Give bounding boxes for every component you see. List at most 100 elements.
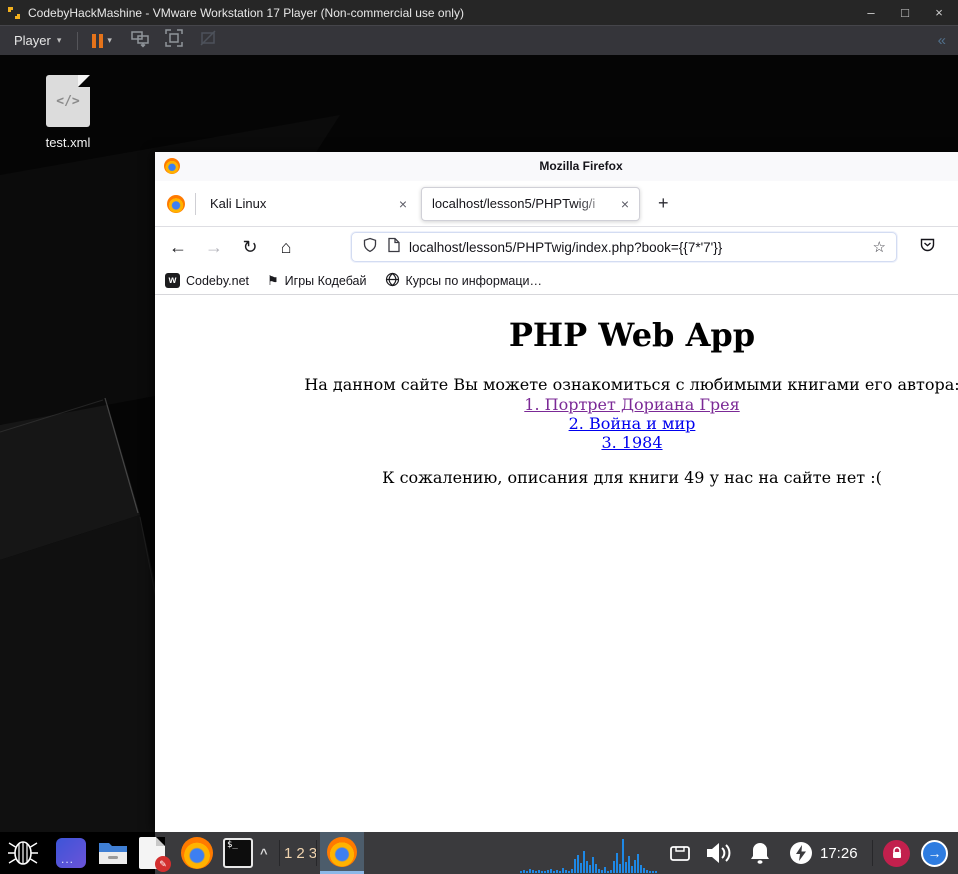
chevron-down-icon: ▾ (56, 35, 62, 45)
kali-desktop: </> test.xml Mozilla Firefox Kali Linux … (0, 55, 958, 832)
launcher-text-editor[interactable]: ✎ (139, 837, 171, 872)
firefox-window-title: Mozilla Firefox (539, 159, 623, 173)
url-bar[interactable]: localhost/lesson5/PHPTwig/index.php?book… (351, 232, 897, 262)
bookmark-label: Codeby.net (186, 273, 250, 288)
back-icon[interactable]: ← (165, 234, 191, 260)
forward-icon: → (205, 236, 223, 257)
workspace-2[interactable]: 2 (296, 845, 304, 862)
close-button[interactable]: × (926, 5, 952, 20)
reload-icon[interactable]: ↻ (237, 234, 263, 260)
logout-button[interactable]: → (921, 837, 948, 869)
panel-divider (316, 840, 317, 866)
launcher-firefox[interactable] (181, 837, 213, 869)
pocket-icon[interactable] (919, 236, 936, 258)
book-link-3[interactable]: 3. 1984 (155, 433, 958, 452)
tab-label: Kali Linux (210, 196, 267, 211)
bookmark-label: Курсы по информаци… (405, 273, 543, 288)
text-editor-icon: ✎ (139, 837, 171, 872)
notification-bell-icon[interactable] (747, 837, 773, 869)
toolbar-divider (77, 31, 79, 50)
page-viewport: PHP Web App На данном сайте Вы можете оз… (155, 295, 958, 831)
screen-lock-button[interactable] (883, 837, 910, 869)
shield-icon[interactable] (362, 237, 378, 258)
tab-kali-linux[interactable]: Kali Linux × (204, 187, 419, 221)
file-name-label: test.xml (45, 135, 91, 150)
pencil-glyph: ✎ (155, 856, 171, 872)
firefox-window: Mozilla Firefox Kali Linux × localhost/l… (155, 152, 958, 832)
url-text[interactable]: localhost/lesson5/PHPTwig/index.php?book… (409, 240, 865, 255)
launcher-terminal[interactable]: $_ (223, 837, 253, 869)
panel-divider (872, 840, 873, 866)
dots-glyph: ... (61, 852, 75, 866)
maximize-button[interactable]: □ (892, 5, 918, 20)
firefox-view-icon (167, 194, 185, 213)
vm-window-title: CodebyHackMashine - VMware Workstation 1… (28, 5, 464, 20)
workspace-1[interactable]: 1 (284, 845, 292, 862)
bookmark-label: Игры Кодебай (284, 273, 367, 288)
suspend-vm-button[interactable]: ▾ (88, 33, 116, 48)
firefox-titlebar[interactable]: Mozilla Firefox (155, 152, 958, 181)
vmware-player-icon (6, 5, 22, 21)
terminal-icon: $_ (223, 838, 253, 868)
code-glyph: </> (56, 93, 80, 109)
power-manager-icon[interactable] (789, 837, 813, 869)
pause-icon (92, 33, 104, 48)
globe-icon (385, 272, 400, 290)
bookmark-kursy[interactable]: Курсы по информаци… (385, 272, 543, 290)
tab-label: localhost/lesson5/PHPTwig/i (432, 196, 596, 211)
tab-localhost-active[interactable]: localhost/lesson5/PHPTwig/i × (421, 186, 640, 221)
firefox-view-button[interactable] (163, 191, 189, 217)
launcher-file-manager[interactable] (97, 837, 129, 869)
bookmark-codeby[interactable]: w Codeby.net (165, 273, 249, 288)
chevron-down-icon: ▾ (107, 35, 112, 45)
home-icon[interactable]: ⌂ (273, 234, 299, 260)
vm-screen: CodebyHackMashine - VMware Workstation 1… (0, 0, 958, 874)
tab-bar: Kali Linux × localhost/lesson5/PHPTwig/i… (155, 181, 958, 227)
page-title: PHP Web App (508, 316, 756, 354)
lock-icon (883, 839, 910, 867)
clock[interactable]: 17:26 (820, 837, 858, 869)
taskbar-firefox-window-button[interactable] (320, 832, 364, 874)
chevron-up-icon: ^ (260, 845, 268, 861)
book-link-2[interactable]: 2. Война и мир (155, 414, 958, 433)
close-tab-icon[interactable]: × (395, 196, 411, 212)
book-link-1[interactable]: 1. Портрет Дориана Грея (155, 395, 958, 414)
panel-expand-button[interactable]: ^ (260, 837, 268, 869)
minimize-button[interactable]: – (858, 5, 884, 20)
system-monitor-graph[interactable] (520, 835, 660, 873)
fullscreen-icon[interactable] (164, 28, 184, 53)
firefox-logo-icon (164, 158, 180, 174)
desktop-file-testxml[interactable]: </> test.xml (33, 75, 103, 150)
tab-separator (195, 192, 196, 215)
firefox-icon (181, 837, 213, 869)
vmware-toolbar: Player ▾ ▾ « (0, 25, 958, 55)
volume-icon[interactable] (704, 837, 734, 869)
network-tray-icon[interactable] (668, 837, 692, 869)
close-tab-icon[interactable]: × (617, 196, 633, 212)
app-window-icon: ... (56, 838, 86, 868)
web-page: PHP Web App На данном сайте Вы можете оз… (155, 316, 958, 487)
page-info-icon[interactable] (387, 237, 401, 258)
bookmarks-toolbar: w Codeby.net ⚑ Игры Кодебай Курсы по инф… (155, 267, 958, 295)
collapse-toolbar-button[interactable]: « (938, 32, 950, 49)
xfce-panel: ... ✎ $_ ^ 1 2 3 17:26 → (0, 832, 958, 874)
kali-dragon-icon (8, 841, 38, 865)
bookmark-igry-kodebay[interactable]: ⚑ Игры Кодебай (267, 273, 366, 289)
firefox-icon (327, 836, 357, 867)
navigation-bar: ← → ↻ ⌂ localhost/lesson5/PHPTwig/index.… (155, 227, 958, 267)
panel-divider (279, 840, 280, 866)
unity-mode-icon (198, 28, 218, 53)
launcher-app-window[interactable]: ... (56, 837, 86, 869)
bookmark-star-icon[interactable]: ☆ (873, 238, 886, 256)
page-intro: На данном сайте Вы можете ознакомиться с… (155, 375, 958, 452)
player-menu-button[interactable]: Player ▾ (8, 31, 67, 50)
not-found-message: К сожалению, описания для книги 49 у нас… (382, 468, 882, 488)
new-tab-button[interactable]: + (652, 193, 675, 214)
send-ctrl-alt-del-icon[interactable] (130, 28, 150, 53)
intro-text: На данном сайте Вы можете ознакомиться с… (304, 375, 958, 395)
flag-icon: ⚑ (267, 272, 279, 288)
codeby-favicon: w (165, 273, 180, 288)
kali-menu-button[interactable] (6, 837, 40, 869)
arrow-right-icon: → (921, 839, 948, 867)
xml-file-icon: </> (46, 75, 90, 127)
